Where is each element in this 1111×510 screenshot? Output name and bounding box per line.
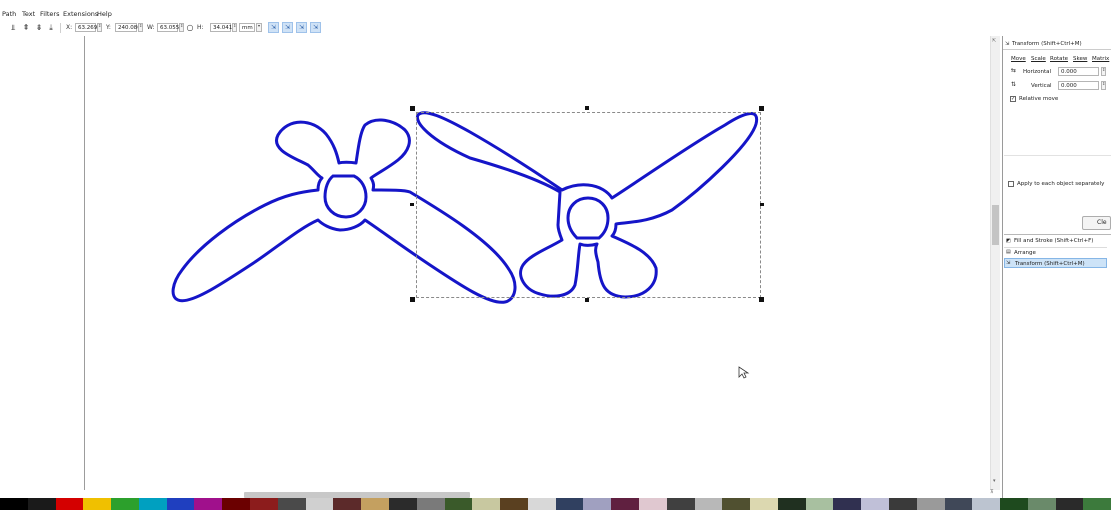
palette-swatch[interactable] (472, 498, 501, 510)
palette-swatch[interactable] (916, 498, 945, 510)
palette-swatch[interactable] (1027, 498, 1056, 510)
palette-swatch[interactable] (222, 498, 251, 510)
relative-move-label: Relative move (1019, 96, 1059, 102)
palette-swatch[interactable] (333, 498, 362, 510)
palette-swatch[interactable] (361, 498, 389, 510)
scale-handle-bottom-left[interactable] (410, 297, 415, 302)
apply-each-checkbox[interactable] (1008, 181, 1014, 187)
panel-divider (1003, 49, 1111, 50)
palette-swatch[interactable] (583, 498, 612, 510)
palette-swatch[interactable] (444, 498, 473, 510)
transform-tab-icon: ⇲ (1006, 260, 1011, 266)
palette-swatch[interactable] (138, 498, 167, 510)
palette-swatch[interactable] (500, 498, 528, 510)
tab-move[interactable]: Move (1011, 56, 1026, 62)
palette-swatch[interactable] (83, 498, 112, 510)
vertical-spin-icon[interactable]: ⇕ (1101, 81, 1106, 90)
horizontal-spin-icon[interactable]: ⇕ (1101, 67, 1106, 76)
panel-arrange[interactable]: Arrange (1004, 247, 1107, 257)
palette-swatch[interactable] (527, 498, 556, 510)
vertical-scrollbar[interactable] (990, 36, 1000, 490)
palette-swatch[interactable] (694, 498, 723, 510)
scale-handle-bottom-center[interactable] (585, 298, 589, 302)
palette-swatch[interactable] (194, 498, 223, 510)
vertical-scrollbar-thumb[interactable] (992, 205, 999, 245)
palette-swatch[interactable] (0, 498, 28, 510)
transform-panel-icon: ⇲ (1005, 41, 1010, 47)
palette-swatch[interactable] (388, 498, 417, 510)
scale-handle-top-right[interactable] (759, 106, 764, 111)
tab-matrix[interactable]: Matrix (1092, 56, 1109, 62)
horizontal-input[interactable]: 0.000 (1058, 67, 1099, 76)
zoom-corner-icon[interactable]: ⊼ (990, 489, 994, 495)
vertical-input[interactable]: 0.000 (1058, 81, 1099, 90)
vertical-label: Vertical (1031, 83, 1052, 89)
palette-swatch[interactable] (305, 498, 334, 510)
palette-swatch[interactable] (722, 498, 751, 510)
palette-swatch[interactable] (1083, 498, 1111, 510)
palette-swatch[interactable] (1000, 498, 1028, 510)
arrow-cursor-icon (738, 366, 750, 379)
palette-swatch[interactable] (1055, 498, 1084, 510)
transform-panel-title: Transform (Shift+Ctrl+M) (1012, 41, 1082, 47)
palette-swatch[interactable] (944, 498, 973, 510)
tab-scale[interactable]: Scale (1031, 56, 1046, 62)
palette-swatch[interactable] (666, 498, 695, 510)
horizontal-label: Horizontal (1023, 69, 1052, 75)
relative-move-checkbox[interactable]: ✓ (1010, 96, 1016, 102)
palette-swatch[interactable] (889, 498, 917, 510)
palette-swatch[interactable] (111, 498, 139, 510)
palette-swatch[interactable] (972, 498, 1001, 510)
tab-rotate[interactable]: Rotate (1050, 56, 1068, 62)
panel-transform[interactable]: Transform (Shift+Ctrl+M) (1004, 258, 1107, 268)
panel-fill-and-stroke[interactable]: Fill and Stroke (Shift+Ctrl+F) (1004, 236, 1107, 246)
palette-swatch[interactable] (777, 498, 806, 510)
palette-swatch[interactable] (861, 498, 889, 510)
apply-each-label: Apply to each object separately (1017, 181, 1105, 187)
palette-swatch[interactable] (250, 498, 278, 510)
propeller-left-hub[interactable] (323, 174, 368, 219)
vertical-move-icon: ⇅ (1011, 81, 1017, 88)
palette-swatch[interactable] (555, 498, 584, 510)
clear-button[interactable]: Cle (1082, 216, 1111, 230)
scroll-up-icon[interactable]: ⇱ (992, 38, 996, 44)
palette-swatch[interactable] (750, 498, 778, 510)
tab-skew[interactable]: Skew (1073, 56, 1087, 62)
scale-handle-top-center[interactable] (585, 106, 589, 110)
scale-handle-top-left[interactable] (410, 106, 415, 111)
panel-divider (1004, 234, 1111, 235)
palette-swatch[interactable] (416, 498, 445, 510)
palette-swatch[interactable] (611, 498, 639, 510)
scroll-down-icon[interactable]: ▾ (993, 478, 996, 484)
panel-divider (1004, 155, 1111, 156)
color-palette[interactable] (0, 498, 1111, 510)
palette-swatch[interactable] (55, 498, 84, 510)
palette-swatch[interactable] (833, 498, 862, 510)
palette-swatch[interactable] (166, 498, 195, 510)
scale-handle-middle-left[interactable] (410, 203, 414, 206)
horizontal-move-icon: ⇆ (1011, 67, 1017, 74)
palette-swatch[interactable] (638, 498, 667, 510)
palette-swatch[interactable] (277, 498, 306, 510)
palette-swatch[interactable] (27, 498, 56, 510)
scale-handle-middle-right[interactable] (760, 203, 764, 206)
scale-handle-bottom-right[interactable] (759, 297, 764, 302)
palette-swatch[interactable] (805, 498, 834, 510)
selection-bounding-box (416, 112, 761, 298)
